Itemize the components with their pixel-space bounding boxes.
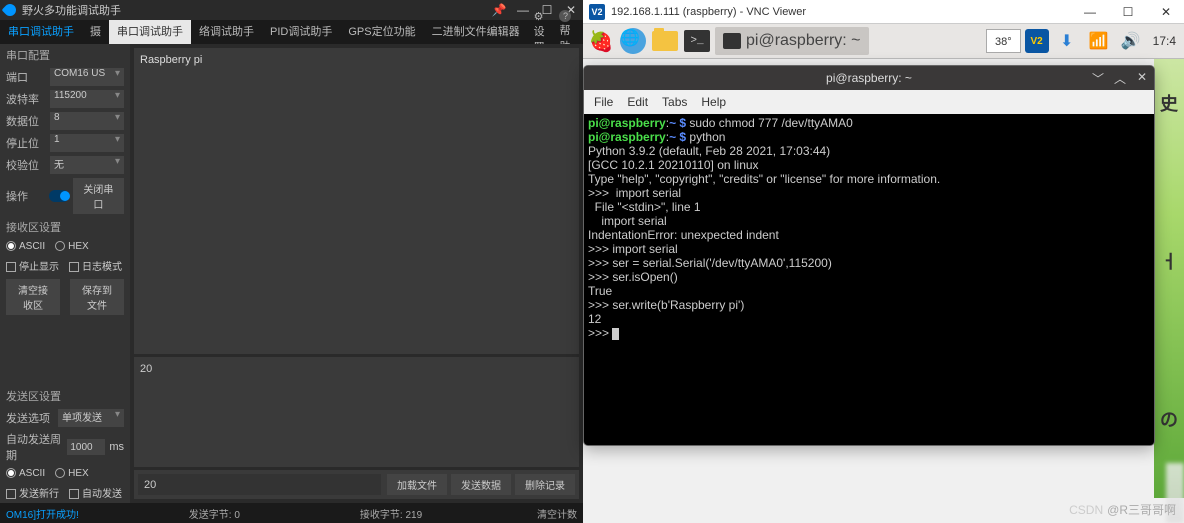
sidebar: 串口配置 端口COM16 US 波特率115200 数据位8 停止位1 校验位无…: [0, 44, 130, 503]
log-mode-check[interactable]: 日志模式: [69, 258, 122, 273]
delete-record-button[interactable]: 删除记录: [515, 474, 575, 495]
serial-debug-app: 野火多功能调试助手 📌 — ☐ ✕ 串口调试助手 摄 串口调试助手 络调试助手 …: [0, 0, 583, 523]
parity-select[interactable]: 无: [50, 156, 124, 174]
autoperiod-input[interactable]: [67, 439, 105, 455]
watermark: CSDN @R三哥哥啊: [1069, 501, 1176, 518]
vnc-title: 192.168.1.111 (raspberry) - VNC Viewer: [611, 6, 1072, 18]
ms-unit: ms: [109, 441, 124, 453]
port-toggle[interactable]: [49, 190, 68, 202]
vnc-tray-icon[interactable]: V2: [1025, 29, 1049, 53]
status-recv: 接收字节: 219: [360, 506, 422, 521]
app-title: 野火多功能调试助手: [22, 2, 491, 18]
running-task-label: pi@raspberry: ~: [746, 32, 861, 50]
tab-serial-popup[interactable]: 串口调试助手: [109, 20, 191, 44]
stopbits-label: 停止位: [6, 135, 46, 151]
raspberry-taskbar: 🍓 🌐 >_ pi@raspberry: ~ 38° V2 ⬇ 📶 🔊 17:4: [583, 24, 1184, 59]
watermark-author: @R三哥哥啊: [1107, 503, 1176, 517]
parity-label: 校验位: [6, 157, 46, 173]
terminal-menu: File Edit Tabs Help: [584, 90, 1154, 114]
terminal-body[interactable]: pi@raspberry:~ $ sudo chmod 777 /dev/tty…: [584, 114, 1154, 445]
vnc-close-icon[interactable]: ✕: [1148, 0, 1184, 24]
baud-select[interactable]: 115200: [50, 90, 124, 108]
save-file-button[interactable]: 保存到文件: [70, 279, 124, 315]
term-close-icon[interactable]: ✕: [1134, 70, 1150, 87]
clear-rx-button[interactable]: 清空接收区: [6, 279, 60, 315]
download-tray-icon[interactable]: ⬇: [1053, 27, 1081, 55]
databits-label: 数据位: [6, 113, 46, 129]
pin-icon[interactable]: 📌: [491, 3, 507, 17]
rx-ascii-radio[interactable]: ASCII: [6, 241, 45, 252]
running-terminal-task[interactable]: pi@raspberry: ~: [715, 27, 869, 55]
terminal-task-icon: [723, 33, 741, 49]
vnc-maximize-icon[interactable]: ☐: [1110, 0, 1146, 24]
sendopt-select[interactable]: 单项发送: [58, 409, 124, 427]
file-manager-icon[interactable]: [651, 27, 679, 55]
close-port-button[interactable]: 关闭串口: [73, 178, 124, 214]
status-bar: OM16]打开成功! 发送字节: 0 接收字节: 219 清空计数: [0, 503, 583, 523]
terminal-title-text: pi@raspberry: ~: [826, 71, 912, 85]
status-sent: 发送字节: 0: [189, 506, 240, 521]
titlebar: 野火多功能调试助手 📌 — ☐ ✕: [0, 0, 583, 20]
volume-icon[interactable]: 🔊: [1117, 27, 1145, 55]
load-file-button[interactable]: 加载文件: [387, 474, 447, 495]
vnc-titlebar: V2 192.168.1.111 (raspberry) - VNC Viewe…: [583, 0, 1184, 24]
vnc-minimize-icon[interactable]: —: [1072, 0, 1108, 24]
main-area: Raspberry pi 20 加载文件 发送数据 删除记录: [130, 44, 583, 503]
term-minimize-icon[interactable]: ﹀: [1090, 70, 1106, 87]
sendopt-label: 发送选项: [6, 410, 54, 426]
tab-cam[interactable]: 摄: [82, 20, 109, 44]
terminal-launcher-icon[interactable]: >_: [683, 27, 711, 55]
send-newline-check[interactable]: 发送新行: [6, 485, 59, 500]
desktop-wallpaper: 史 ㅓ の: [1154, 24, 1184, 498]
vnc-logo-icon: V2: [589, 4, 605, 20]
baud-label: 波特率: [6, 91, 46, 107]
watermark-csdn: CSDN: [1069, 503, 1103, 517]
browser-icon[interactable]: 🌐: [619, 27, 647, 55]
cpu-temp[interactable]: 38°: [986, 29, 1021, 53]
receive-area[interactable]: Raspberry pi: [134, 48, 579, 354]
stopbits-select[interactable]: 1: [50, 134, 124, 152]
section-tx: 发送区设置: [0, 385, 130, 407]
tab-pid[interactable]: PID调试助手: [262, 20, 340, 44]
port-select[interactable]: COM16 US: [50, 68, 124, 86]
auto-send-check[interactable]: 自动发送: [69, 485, 122, 500]
stop-display-check[interactable]: 停止显示: [6, 258, 59, 273]
tab-hex[interactable]: 二进制文件编辑器: [424, 20, 528, 44]
raspberry-menu-icon[interactable]: 🍓: [587, 27, 615, 55]
menu-file[interactable]: File: [594, 95, 613, 109]
clear-count-button[interactable]: 清空计数: [537, 506, 577, 521]
autoperiod-label: 自动发送周期: [6, 431, 63, 463]
term-maximize-icon[interactable]: ︿: [1112, 70, 1128, 87]
tab-net[interactable]: 络调试助手: [191, 20, 262, 44]
terminal-window: pi@raspberry: ~ ﹀ ︿ ✕ File Edit Tabs Hel…: [583, 65, 1155, 446]
send-input[interactable]: [138, 474, 381, 495]
port-label: 端口: [6, 69, 46, 85]
tab-serial[interactable]: 串口调试助手: [0, 20, 82, 44]
section-rx: 接收区设置: [0, 216, 130, 238]
send-history[interactable]: 20: [134, 357, 579, 467]
tx-ascii-radio[interactable]: ASCII: [6, 468, 45, 479]
wifi-icon[interactable]: 📶: [1085, 27, 1113, 55]
clock[interactable]: 17:4: [1149, 34, 1180, 48]
status-open: OM16]打开成功!: [6, 506, 79, 521]
section-serial-config: 串口配置: [0, 44, 130, 66]
menu-tabs[interactable]: Tabs: [662, 95, 687, 109]
rx-hex-radio[interactable]: HEX: [55, 241, 89, 252]
vnc-viewer-window: V2 192.168.1.111 (raspberry) - VNC Viewe…: [583, 0, 1184, 523]
send-data-button[interactable]: 发送数据: [451, 474, 511, 495]
send-area: 20: [134, 357, 579, 467]
tx-hex-radio[interactable]: HEX: [55, 468, 89, 479]
databits-select[interactable]: 8: [50, 112, 124, 130]
terminal-titlebar: pi@raspberry: ~ ﹀ ︿ ✕: [584, 66, 1154, 90]
tab-gps[interactable]: GPS定位功能: [340, 20, 423, 44]
app-logo-icon: [2, 2, 19, 19]
op-label: 操作: [6, 188, 41, 204]
menu-edit[interactable]: Edit: [627, 95, 648, 109]
tab-bar: 串口调试助手 摄 串口调试助手 络调试助手 PID调试助手 GPS定位功能 二进…: [0, 20, 583, 44]
menu-help[interactable]: Help: [701, 95, 726, 109]
